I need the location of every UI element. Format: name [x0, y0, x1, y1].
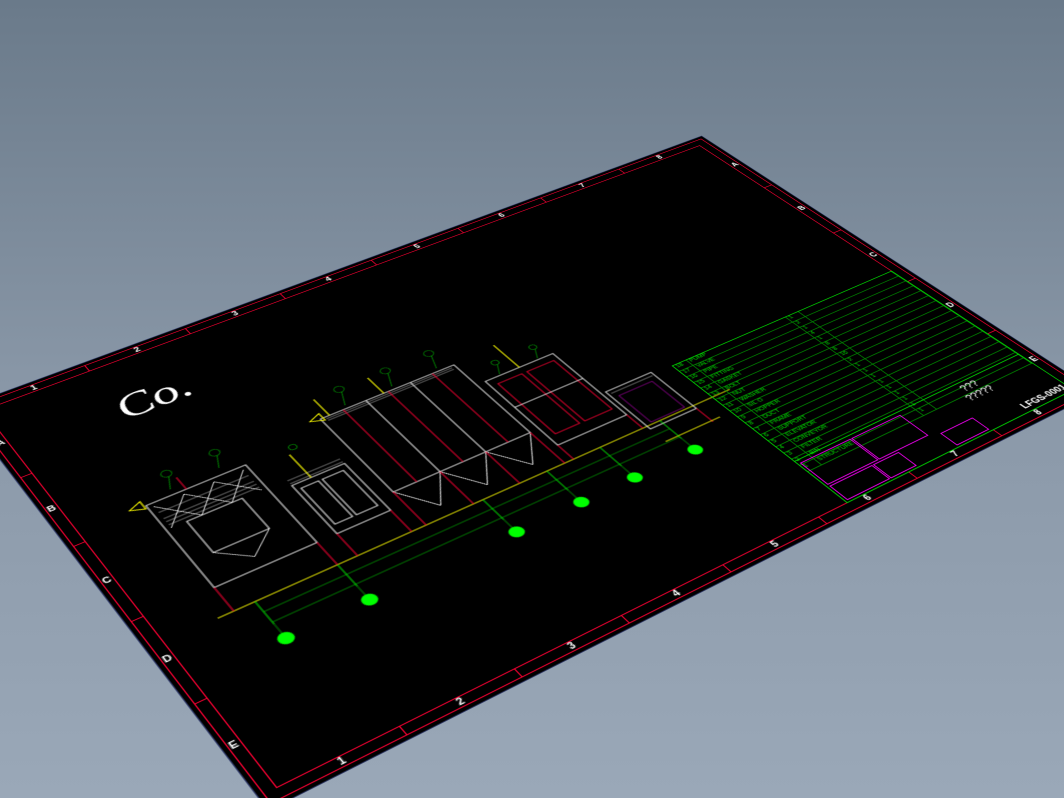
bom-desc: CONVEYOR — [791, 393, 900, 446]
svg-text:1: 1 — [280, 634, 292, 644]
bom-item-no: 11 — [723, 399, 744, 411]
bom-item-no: 6 — [761, 428, 782, 440]
bom-item-no: 10 — [731, 405, 752, 417]
bom-item-no: 4 — [777, 440, 798, 452]
zone-row-label: D — [161, 654, 175, 666]
zone-col-label: 8 — [1032, 409, 1045, 417]
drawing-frame-inner — [0, 145, 1064, 788]
bom-item-no: 2 — [792, 453, 813, 465]
zone-col-label: 4 — [670, 589, 683, 599]
twin-silos — [293, 348, 565, 530]
drawing-sheet-plane: 1122334455667788AABBCCDDEE Co. 123456 — [0, 136, 1064, 798]
dimension-strings — [255, 421, 682, 625]
bom-qty: 1 — [916, 404, 937, 416]
zone-row-label: E — [227, 739, 241, 751]
svg-text:2: 2 — [364, 596, 376, 605]
bom-desc: STRUCTURE — [814, 410, 923, 465]
bom-item-no: 3 — [784, 446, 805, 458]
drawing-sheet[interactable]: 1122334455667788AABBCCDDEE Co. 123456 — [0, 136, 1064, 798]
left-hopper-structure — [112, 444, 337, 618]
bom-item-no: 9 — [738, 411, 759, 423]
svg-text:6: 6 — [690, 447, 701, 455]
zone-col-label: 7 — [949, 450, 962, 458]
bom-item-no: 8 — [746, 416, 767, 428]
zone-col-label: 5 — [769, 540, 782, 549]
svg-text:4: 4 — [576, 498, 588, 507]
zone-col-label: 2 — [454, 697, 468, 708]
zone-col-label: 1 — [335, 756, 349, 768]
zone-col-label: 3 — [565, 641, 578, 652]
viewport-3d[interactable]: 1122334455667788AABBCCDDEE Co. 123456 — [0, 0, 1064, 798]
zone-row-label: A — [0, 439, 7, 448]
bom-item-no: 5 — [769, 434, 790, 446]
zone-row-label: C — [101, 576, 114, 587]
zone-row-label: B — [46, 504, 59, 514]
svg-text:5: 5 — [629, 474, 640, 482]
zone-col-label: 6 — [861, 494, 874, 503]
drawing-number: LFGS-0001 — [1018, 383, 1064, 410]
center-machinery — [264, 434, 412, 555]
bom-item-no: 1 — [800, 459, 821, 471]
bom-desc: FILTER — [798, 398, 907, 452]
svg-text:3: 3 — [511, 528, 523, 537]
bom-desc: BIN — [806, 404, 915, 458]
bom-item-no: 7 — [753, 422, 774, 434]
